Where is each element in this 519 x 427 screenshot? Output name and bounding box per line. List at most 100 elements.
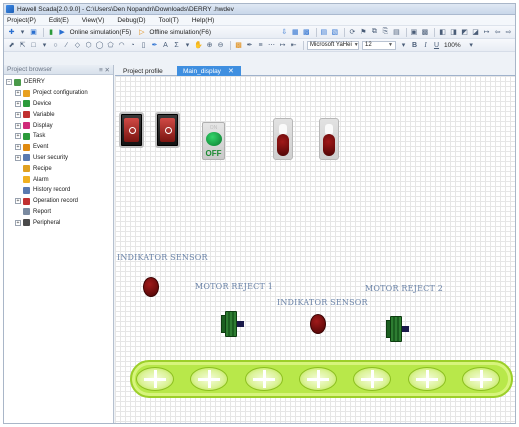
motor-reject-label-2[interactable]: MOTOR REJECT 2 — [365, 284, 443, 293]
expand-icon[interactable]: + — [15, 219, 21, 226]
zoom-in-icon[interactable]: ⊕ — [205, 40, 214, 50]
menu-project[interactable]: Project(P) — [7, 17, 36, 24]
tree-item[interactable]: + Task — [6, 131, 113, 142]
save-icon[interactable]: ▣ — [29, 27, 38, 37]
align-right-icon[interactable]: ◨ — [449, 27, 458, 37]
tree-item[interactable]: Report — [6, 207, 113, 218]
ellipse-tool-icon[interactable]: ○ — [51, 40, 60, 50]
rocker-switch-1[interactable] — [119, 112, 144, 148]
line-end-icon[interactable]: ⇤ — [289, 40, 298, 50]
align-bottom-icon[interactable]: ◪ — [471, 27, 480, 37]
tree-item[interactable]: + User security — [6, 153, 113, 164]
polygon-tool-icon[interactable]: ⬠ — [106, 40, 115, 50]
close-icon[interactable]: ✕ — [228, 67, 234, 75]
tree-item[interactable]: + Operation record — [6, 196, 113, 207]
tool-dropdown-icon[interactable]: ▾ — [40, 40, 49, 50]
tree-item[interactable]: History record — [6, 185, 113, 196]
download-icon[interactable]: ⇩ — [280, 27, 289, 37]
layout-icon[interactable]: ▧ — [330, 27, 339, 37]
select-icon[interactable]: ⇱ — [18, 40, 27, 50]
conveyor-belt[interactable] — [130, 360, 513, 398]
diamond-tool-icon[interactable]: ◇ — [73, 40, 82, 50]
menu-view[interactable]: View(V) — [82, 17, 105, 24]
clipboard-icon[interactable]: ▤ — [392, 27, 401, 37]
sensor-indicator-2[interactable] — [310, 314, 326, 334]
menu-tool[interactable]: Tool(T) — [159, 17, 179, 24]
align-left-icon[interactable]: ◧ — [438, 27, 447, 37]
pie-tool-icon[interactable]: ◔ — [128, 40, 137, 50]
pointer-icon[interactable]: ⬈ — [7, 40, 16, 50]
tab-project-profile[interactable]: Project profile — [117, 66, 177, 76]
refresh-icon[interactable]: ⟳ — [348, 27, 357, 37]
font-dropdown-icon[interactable]: ▾ — [399, 40, 408, 50]
toggle-switch-1[interactable] — [273, 118, 293, 160]
more-tools-icon[interactable]: ▾ — [183, 40, 192, 50]
panel-pin-close-icon[interactable]: ≡ ✕ — [99, 66, 110, 74]
collapse-icon[interactable]: − — [6, 79, 12, 86]
offline-simulation-button[interactable]: Offline simulation(F6) — [149, 29, 211, 36]
expand-icon[interactable]: + — [15, 154, 21, 161]
indikator-sensor-label-2[interactable]: INDIKATOR SENSOR — [277, 298, 368, 307]
expand-icon[interactable]: + — [15, 133, 21, 140]
back-icon[interactable]: ⇦ — [493, 27, 502, 37]
copy-icon[interactable]: ⧉ — [370, 27, 379, 37]
pen-tool-icon[interactable]: ✒ — [150, 40, 159, 50]
dropdown-icon[interactable]: ▾ — [18, 27, 27, 37]
flag-icon[interactable]: ⚑ — [359, 27, 368, 37]
expand-icon[interactable]: + — [15, 100, 21, 107]
design-canvas[interactable]: ON OFF INDIKATOR SENSOR MOTOR REJECT 1 I… — [115, 76, 515, 423]
line-style-icon[interactable]: ≡ — [256, 40, 265, 50]
font-family-select[interactable]: Microsoft YaHei ▼ — [307, 40, 359, 50]
sensor-indicator-1[interactable] — [143, 277, 159, 297]
paste-icon[interactable]: ⎘ — [381, 27, 390, 37]
rectangle-tool-icon[interactable]: □ — [29, 40, 38, 50]
circle-tool-icon[interactable]: ◯ — [95, 40, 104, 50]
text-tool-icon[interactable]: A — [161, 40, 170, 50]
tree-item[interactable]: + Device — [6, 99, 113, 110]
reject-motor-2[interactable] — [386, 314, 412, 344]
new-icon[interactable]: ✚ — [7, 27, 16, 37]
font-size-select[interactable]: 12 ▼ — [362, 40, 396, 50]
tree-root[interactable]: − DERRY — [6, 77, 113, 88]
reject-motor-1[interactable] — [221, 309, 247, 339]
zoom-dropdown-icon[interactable]: ▾ — [467, 40, 476, 50]
pipe-tool-icon[interactable]: ▯ — [139, 40, 148, 50]
tree-item[interactable]: Recipe — [6, 163, 113, 174]
menu-help[interactable]: Help(H) — [192, 17, 214, 24]
grid-icon[interactable]: ▦ — [291, 27, 300, 37]
indikator-sensor-label-1[interactable]: INDIKATOR SENSOR — [117, 253, 208, 262]
tree-item[interactable]: Alarm — [6, 174, 113, 185]
online-simulation-icon[interactable]: ▶ — [58, 27, 67, 37]
tree-item[interactable]: + Project configuration — [6, 88, 113, 99]
zoom-level[interactable]: 100% — [444, 42, 461, 49]
align-top-icon[interactable]: ◩ — [460, 27, 469, 37]
expand-icon[interactable]: + — [15, 122, 21, 129]
underline-button[interactable]: U — [432, 40, 441, 50]
forward-icon[interactable]: ⇨ — [504, 27, 513, 37]
tree-item[interactable]: + Event — [6, 142, 113, 153]
ungroup-icon[interactable]: ▩ — [420, 27, 429, 37]
hexagon-tool-icon[interactable]: ⬡ — [84, 40, 93, 50]
expand-icon[interactable]: + — [15, 198, 21, 205]
expand-icon[interactable]: + — [15, 111, 21, 118]
on-off-indicator[interactable]: ON OFF — [202, 122, 225, 160]
tree-item[interactable]: + Variable — [6, 109, 113, 120]
tree-item[interactable]: + Peripheral — [6, 217, 113, 228]
menu-edit[interactable]: Edit(E) — [49, 17, 69, 24]
pan-icon[interactable]: ✋ — [194, 40, 203, 50]
fill-color-icon[interactable]: ▩ — [234, 40, 243, 50]
online-simulation-button[interactable]: Online simulation(F5) — [70, 29, 132, 36]
compile-icon[interactable]: ▮ — [47, 27, 56, 37]
line-color-icon[interactable]: ✒ — [245, 40, 254, 50]
table-icon[interactable]: ▩ — [302, 27, 311, 37]
motor-reject-label-1[interactable]: MOTOR REJECT 1 — [195, 282, 273, 291]
arc-tool-icon[interactable]: ◠ — [117, 40, 126, 50]
toggle-switch-2[interactable] — [319, 118, 339, 160]
zoom-out-icon[interactable]: ⊖ — [216, 40, 225, 50]
offline-simulation-icon[interactable]: ▷ — [137, 27, 146, 37]
sigma-tool-icon[interactable]: Σ — [172, 40, 181, 50]
line-tool-icon[interactable]: ∕ — [62, 40, 71, 50]
italic-button[interactable]: I — [421, 40, 430, 50]
group-icon[interactable]: ▣ — [409, 27, 418, 37]
tree-item[interactable]: + Display — [6, 120, 113, 131]
